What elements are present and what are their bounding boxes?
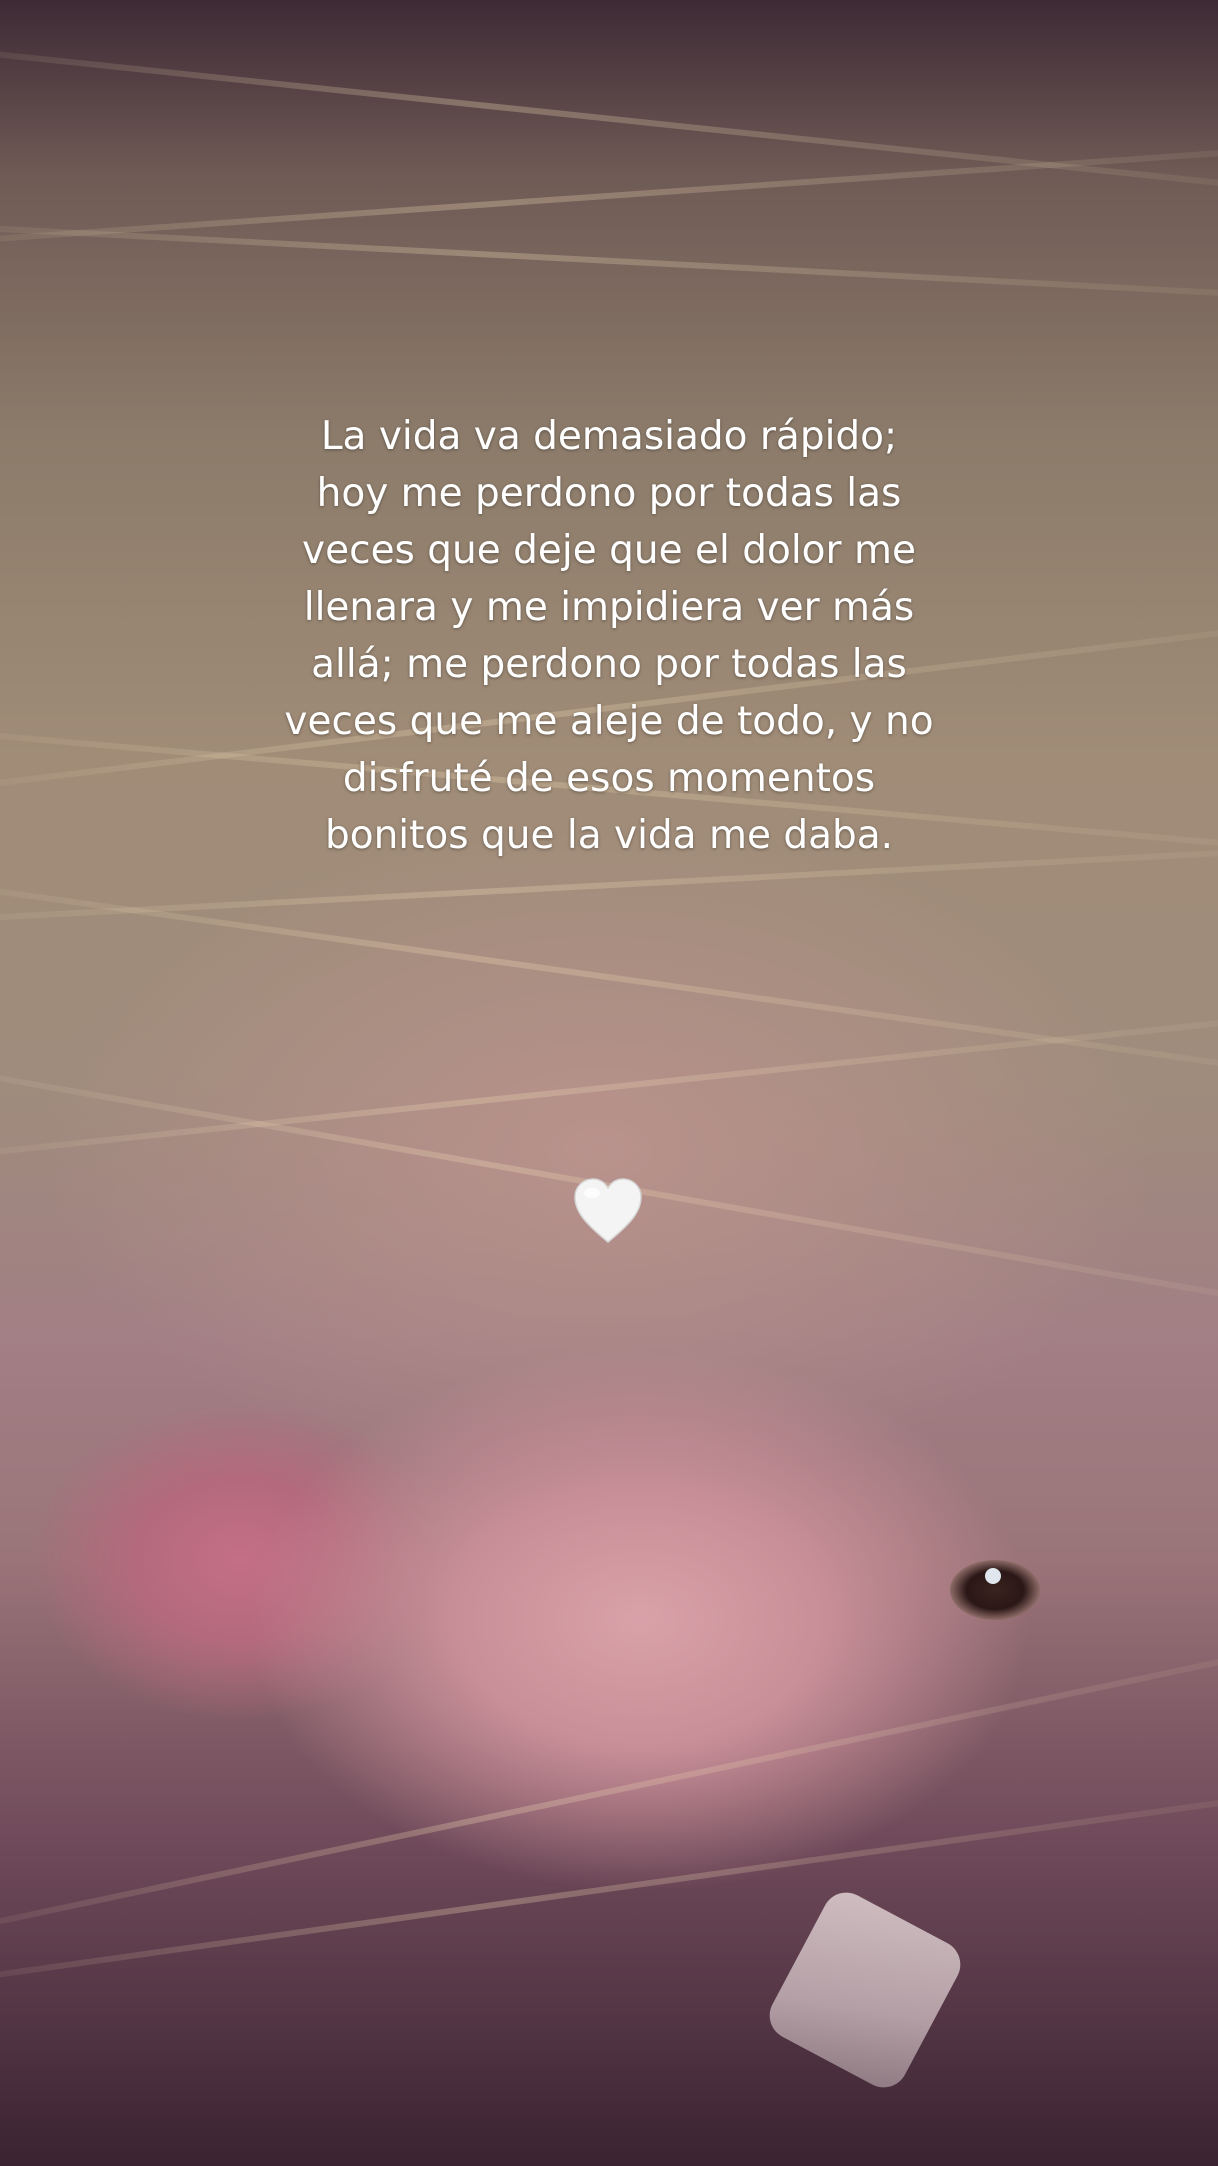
white-heart-icon: [574, 1178, 642, 1243]
phone-corner: [761, 1884, 969, 2096]
hair-strand: [0, 991, 1218, 1175]
background-photo: [0, 0, 1218, 2166]
quote-line: disfruté de esos momentos: [342, 756, 876, 801]
quote-line: bonitos que la vida me daba.: [324, 813, 894, 858]
story-quote-text: La vida va demasiado rápido; hoy me perd…: [209, 408, 1009, 864]
hair-strand: [0, 861, 1218, 1105]
quote-line: hoy me perdono por todas las: [316, 471, 902, 516]
quote-line: La vida va demasiado rápido;: [320, 414, 898, 459]
eye-glint: [985, 1568, 1001, 1584]
hair-strand: [0, 215, 1218, 311]
hair-strand: [0, 31, 1218, 215]
quote-line: veces que me aleje de todo, y no: [284, 699, 934, 744]
quote-line: llenara y me impidiera ver más: [303, 585, 915, 630]
hair-strand: [0, 1603, 1218, 1963]
quote-line: allá; me perdono por todas las: [311, 642, 907, 687]
quote-line: veces que deje que el dolor me: [302, 528, 916, 573]
